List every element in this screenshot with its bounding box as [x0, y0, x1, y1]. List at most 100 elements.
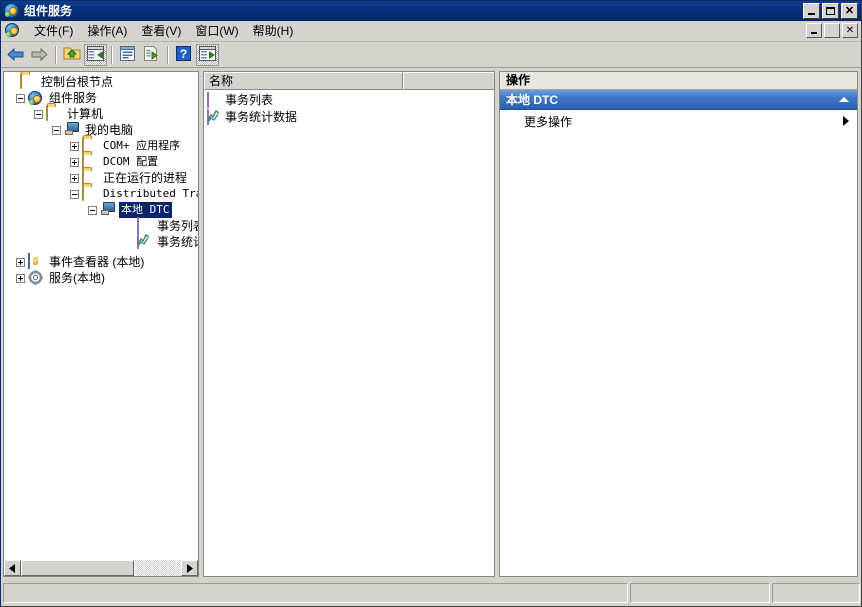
menu-item-view[interactable]: 查看(V): [134, 22, 188, 41]
tree-horizontal-scrollbar[interactable]: [4, 559, 198, 576]
menu-item-window[interactable]: 窗口(W): [188, 22, 245, 41]
close-button[interactable]: ✕: [841, 3, 858, 19]
scrollbar-thumb[interactable]: [21, 560, 134, 576]
mdi-child-controls: ✕: [806, 23, 858, 38]
transaction-statistics-icon: [206, 108, 222, 126]
folder-up-icon: [63, 45, 81, 64]
result-list[interactable]: 事务列表 事务统计数据: [204, 90, 494, 576]
tree-expander-minus-icon[interactable]: [88, 205, 97, 215]
folder-icon: [82, 185, 98, 202]
arrow-left-icon: [7, 48, 24, 61]
action-item-more-actions[interactable]: 更多操作: [500, 110, 857, 132]
toolbar-separator: [111, 45, 113, 64]
tree-expander-minus-icon[interactable]: [70, 189, 79, 199]
up-one-level-button[interactable]: [60, 44, 83, 66]
column-header-blank[interactable]: [403, 72, 494, 90]
column-header-name[interactable]: 名称: [204, 72, 403, 90]
tree-node-label: COM+ 应用程序: [103, 139, 181, 152]
minimize-icon: [811, 32, 817, 34]
action-group-header-local-dtc[interactable]: 本地 DTC: [500, 90, 857, 110]
close-icon: ✕: [845, 25, 855, 36]
svg-text:?: ?: [180, 47, 187, 61]
chevron-right-icon: [843, 116, 849, 126]
tree-node-console-root[interactable]: 控制台根节点: [6, 73, 198, 90]
toolbar: ?: [1, 42, 861, 68]
component-services-icon: [28, 90, 44, 106]
actions-pane-title: 操作: [500, 72, 857, 90]
console-tree[interactable]: 控制台根节点 组件服务 计算机 我的电脑 COM+ 应用程序 DCOM 配置 正…: [4, 72, 198, 559]
tree-node-label: 事务列表: [157, 219, 198, 233]
tree-node-dcom-config[interactable]: DCOM 配置: [6, 153, 198, 170]
tree-node-label: 计算机: [67, 107, 104, 121]
console-content: 控制台根节点 组件服务 计算机 我的电脑 COM+ 应用程序 DCOM 配置 正…: [3, 71, 860, 579]
component-services-icon: [5, 23, 21, 39]
tree-node-label: 事件查看器 (本地): [49, 255, 145, 269]
component-services-window: 组件服务 ✕ 文件(F) 操作(A) 查看(V) 窗口(W) 帮助(H) ✕ ?…: [0, 0, 862, 607]
status-cell-tertiary: [772, 583, 860, 603]
event-viewer-icon: [28, 253, 44, 270]
tree-expander: [124, 222, 133, 231]
list-column-headers: 名称: [204, 72, 494, 90]
tree-expander-minus-icon[interactable]: [52, 125, 61, 135]
menu-item-help[interactable]: 帮助(H): [246, 22, 301, 41]
chevron-up-icon[interactable]: [839, 97, 849, 102]
forward-button[interactable]: [28, 44, 51, 66]
tree-expander-minus-icon[interactable]: [16, 93, 25, 103]
menu-item-action[interactable]: 操作(A): [80, 22, 134, 41]
tree-node-transaction-statistics[interactable]: 事务统计数: [6, 233, 198, 250]
tree-expander-plus-icon[interactable]: [70, 173, 79, 183]
tree-expander-plus-icon[interactable]: [16, 257, 25, 267]
transaction-list-icon: [206, 91, 222, 109]
minimize-button[interactable]: [803, 3, 820, 19]
scrollbar-track[interactable]: [21, 560, 181, 576]
mdi-minimize-button[interactable]: [806, 23, 822, 38]
list-item[interactable]: 事务统计数据: [206, 108, 494, 126]
tree-node-running-processes[interactable]: 正在运行的进程: [6, 169, 198, 186]
computer-icon: [64, 122, 80, 138]
tree-expander-plus-icon[interactable]: [16, 273, 25, 283]
tree-node-com-plus-applications[interactable]: COM+ 应用程序: [6, 137, 198, 154]
tree-expander-plus-icon[interactable]: [70, 157, 79, 167]
properties-button[interactable]: [116, 44, 139, 66]
properties-icon: [119, 45, 136, 64]
console-tree-icon: [87, 45, 104, 64]
action-item-label: 更多操作: [524, 114, 573, 129]
tree-node-services[interactable]: 服务(本地): [6, 270, 198, 286]
maximize-button[interactable]: [822, 3, 839, 19]
show-hide-action-pane-button[interactable]: [196, 43, 219, 66]
tree-node-local-dtc[interactable]: 本地 DTC: [6, 202, 198, 218]
tree-node-label: 正在运行的进程: [103, 171, 188, 185]
list-item-label: 事务统计数据: [225, 110, 298, 124]
tree-expander: [124, 238, 133, 247]
tree-expander-plus-icon[interactable]: [70, 141, 79, 151]
mdi-close-button: ✕: [842, 23, 858, 38]
component-services-icon: [4, 3, 20, 19]
scroll-left-button[interactable]: [4, 560, 21, 576]
menu-item-file[interactable]: 文件(F): [27, 22, 80, 41]
console-tree-pane: 控制台根节点 组件服务 计算机 我的电脑 COM+ 应用程序 DCOM 配置 正…: [3, 71, 199, 577]
list-item[interactable]: 事务列表: [206, 91, 494, 109]
tree-expander-minus-icon[interactable]: [34, 109, 43, 119]
mdi-restore-button[interactable]: [824, 23, 840, 38]
tree-node-distributed-transaction-coordinator[interactable]: Distributed Tra: [6, 185, 198, 202]
list-item-label: 事务列表: [225, 93, 274, 107]
back-button[interactable]: [4, 44, 27, 66]
tree-node-transaction-list[interactable]: 事务列表: [6, 217, 198, 234]
tree-node-computers[interactable]: 计算机: [6, 105, 198, 122]
tree-node-my-computer[interactable]: 我的电脑: [6, 122, 198, 138]
tree-node-event-viewer[interactable]: 事件查看器 (本地): [6, 253, 198, 270]
window-controls: ✕: [803, 3, 860, 19]
actions-pane: 操作 本地 DTC 更多操作: [499, 71, 858, 577]
tree-expander: [8, 78, 17, 87]
scroll-right-button[interactable]: [181, 560, 198, 576]
show-hide-tree-button[interactable]: [84, 43, 107, 66]
folder-icon: [46, 105, 62, 122]
tree-node-component-services[interactable]: 组件服务: [6, 90, 198, 106]
export-list-button[interactable]: [140, 44, 163, 66]
help-button[interactable]: ?: [172, 44, 195, 66]
toolbar-separator: [167, 45, 169, 64]
menu-bar: 文件(F) 操作(A) 查看(V) 窗口(W) 帮助(H) ✕: [1, 21, 861, 42]
services-icon: [28, 270, 44, 286]
result-list-pane: 名称 事务列表 事务统计数据: [203, 71, 495, 577]
minimize-icon: [808, 13, 815, 15]
